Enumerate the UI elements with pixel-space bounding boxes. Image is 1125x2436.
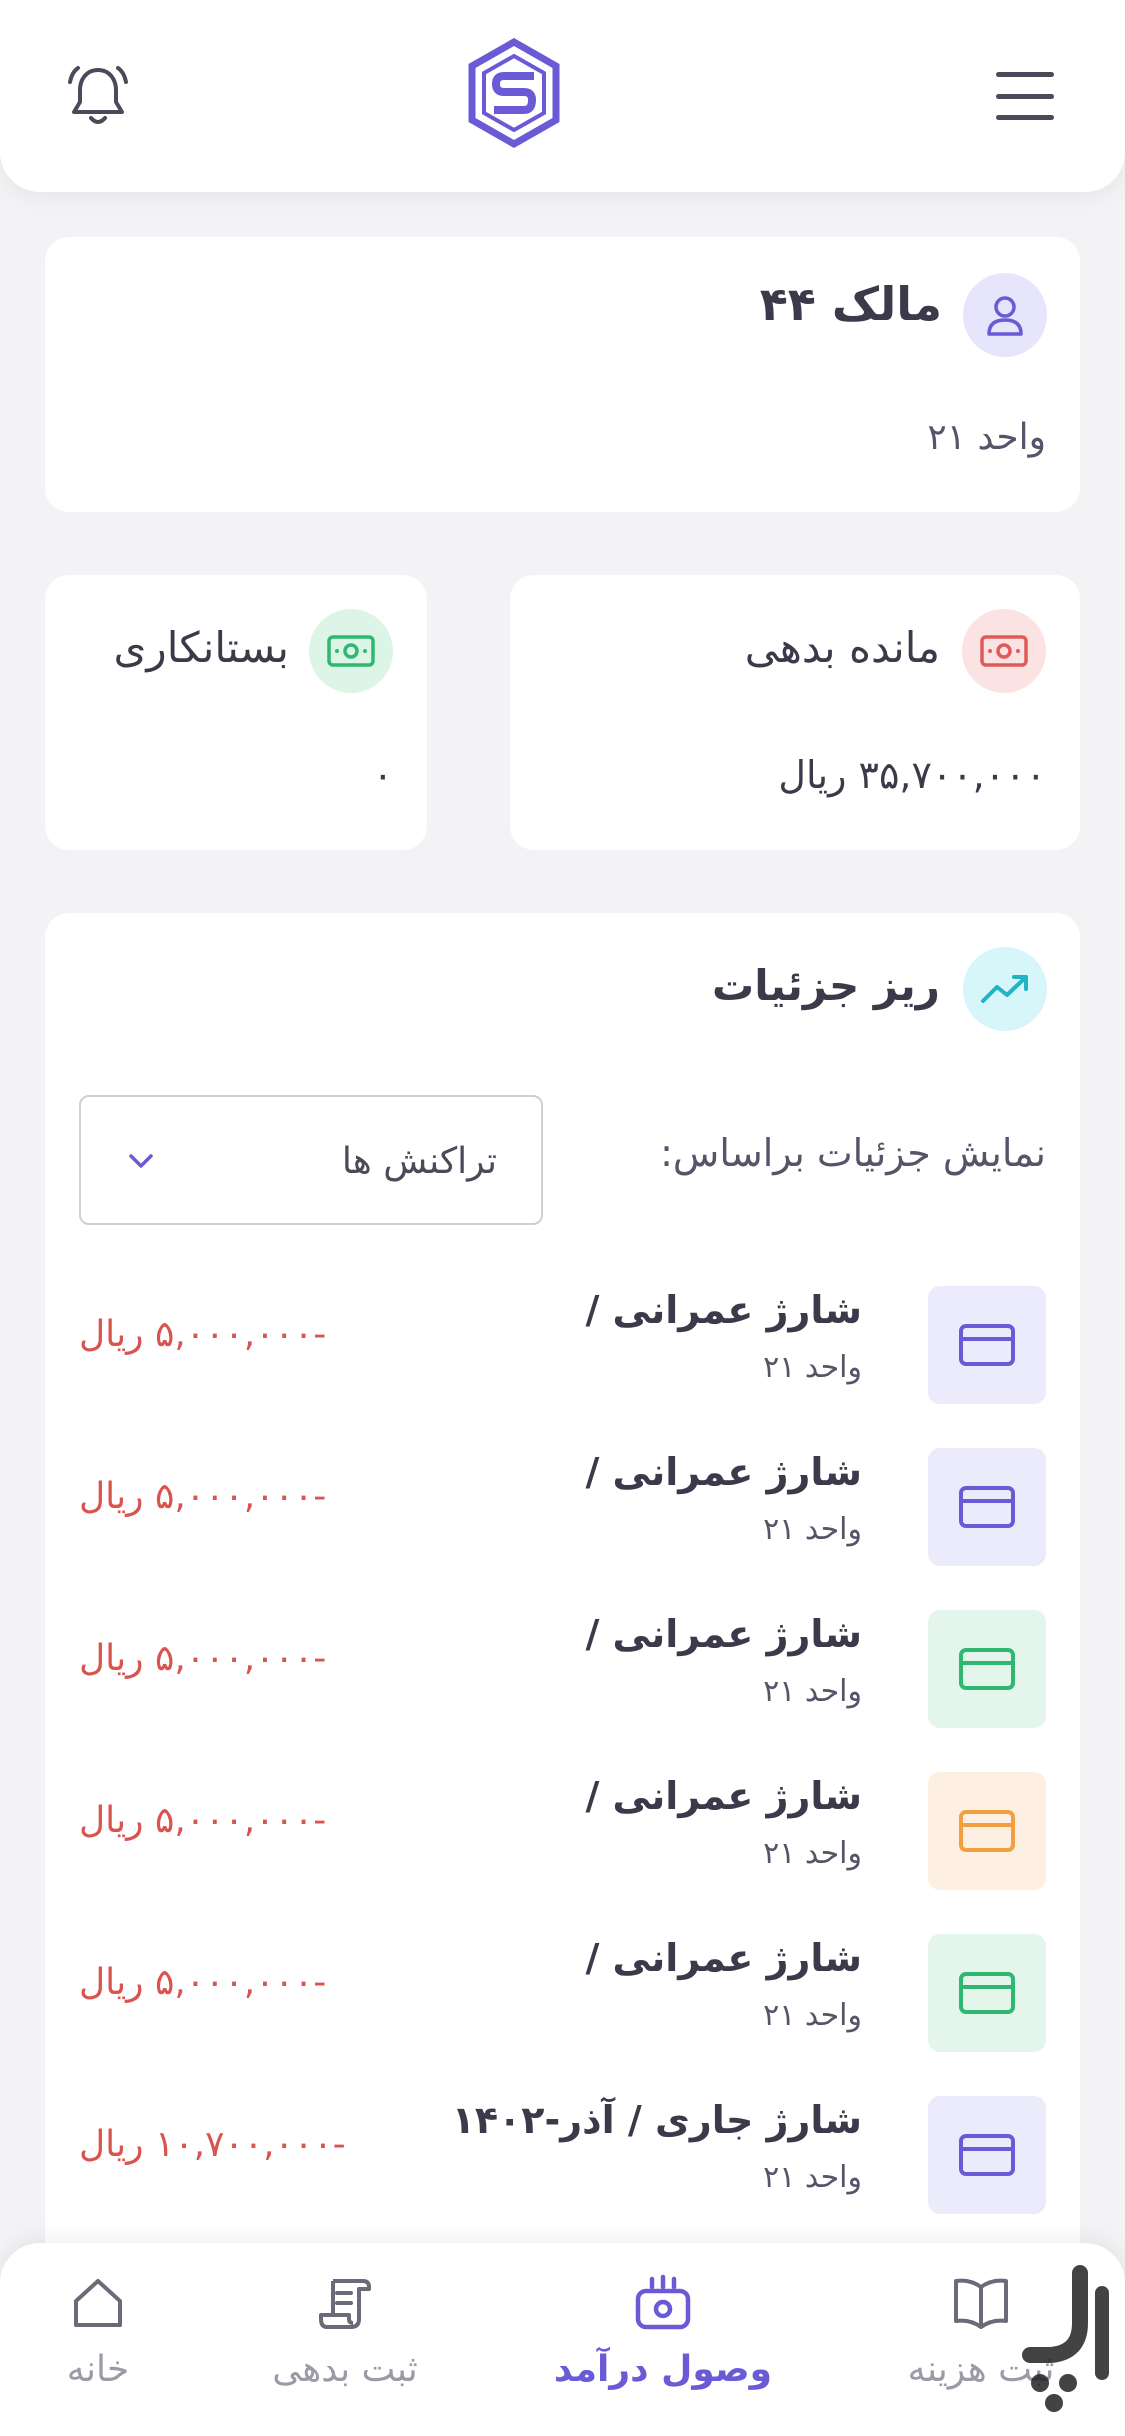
card-icon-badge xyxy=(928,1772,1046,1890)
transaction-unit: واحد ۲۱ xyxy=(763,1836,862,1871)
nav-home-label: خانه xyxy=(66,2349,130,2390)
transaction-unit: واحد ۲۱ xyxy=(763,2160,862,2195)
app-header xyxy=(0,0,1125,192)
transaction-row[interactable]: شارژ عمرانی / واحد ۲۱ -۵,۰۰۰,۰۰۰ ریال xyxy=(45,1934,1080,2054)
bell-icon[interactable] xyxy=(62,60,134,132)
receipt-icon xyxy=(319,2279,371,2329)
hamburger-menu-icon[interactable] xyxy=(990,64,1060,128)
user-badge xyxy=(963,273,1047,357)
transaction-row[interactable]: شارژ عمرانی / واحد ۲۱ -۵,۰۰۰,۰۰۰ ریال xyxy=(45,1448,1080,1568)
transaction-amount: -۵,۰۰۰,۰۰۰ ریال xyxy=(79,1962,327,2003)
card-icon-badge xyxy=(928,1448,1046,1566)
cash-icon xyxy=(327,635,375,667)
transaction-title: شارژ عمرانی / xyxy=(585,1774,862,1818)
nav-register-debt[interactable]: ثبت بدهی xyxy=(250,2273,440,2423)
debt-label: مانده بدهی xyxy=(744,623,940,672)
trend-badge xyxy=(963,947,1047,1031)
transaction-title: شارژ عمرانی / xyxy=(585,1612,862,1656)
user-icon xyxy=(987,296,1023,336)
details-card: ریز جزئیات نمایش جزئیات براساس: تراکنش ه… xyxy=(45,913,1080,2436)
transaction-row[interactable]: شارژ جاری / آذر-۱۴۰۲ واحد ۲۱ -۱۰,۷۰۰,۰۰۰… xyxy=(45,2096,1080,2216)
card-icon-badge xyxy=(928,2096,1046,2214)
card-icon-badge xyxy=(928,1610,1046,1728)
transaction-amount: -۵,۰۰۰,۰۰۰ ریال xyxy=(79,1314,327,1355)
transaction-amount: -۵,۰۰۰,۰۰۰ ریال xyxy=(79,1800,327,1841)
details-title: ریز جزئیات xyxy=(712,961,940,1010)
cash-icon xyxy=(980,635,1028,667)
owner-name: مالک ۴۴ xyxy=(759,277,942,331)
transaction-unit: واحد ۲۱ xyxy=(763,1350,862,1385)
transaction-title: شارژ عمرانی / xyxy=(585,1288,862,1332)
transaction-amount: -۱۰,۷۰۰,۰۰۰ ریال xyxy=(79,2124,346,2165)
transaction-unit: واحد ۲۱ xyxy=(763,1998,862,2033)
credit-balance-card: بستانکاری ۰ xyxy=(45,575,427,850)
transaction-unit: واحد ۲۱ xyxy=(763,1674,862,1709)
transaction-unit: واحد ۲۱ xyxy=(763,1512,862,1547)
transaction-amount: -۵,۰۰۰,۰۰۰ ریال xyxy=(79,1476,327,1517)
store-watermark-icon xyxy=(1022,2265,1109,2412)
credit-card-icon xyxy=(959,2134,1015,2176)
transaction-row[interactable]: شارژ عمرانی / واحد ۲۱ -۵,۰۰۰,۰۰۰ ریال xyxy=(45,1286,1080,1406)
filter-select[interactable]: تراکنش ها xyxy=(79,1095,543,1225)
transaction-row[interactable]: شارژ عمرانی / واحد ۲۱ -۵,۰۰۰,۰۰۰ ریال xyxy=(45,1772,1080,1892)
transaction-title: شارژ جاری / آذر-۱۴۰۲ xyxy=(451,2098,862,2142)
nav-home[interactable]: خانه xyxy=(30,2273,166,2423)
card-icon-badge xyxy=(928,1286,1046,1404)
filter-selected-value: تراکنش ها xyxy=(341,1141,497,1182)
home-icon xyxy=(74,2279,122,2327)
transaction-title: شارژ عمرانی / xyxy=(585,1936,862,1980)
credit-card-icon xyxy=(959,1324,1015,1366)
credit-card-icon xyxy=(959,1486,1015,1528)
nav-collect-income-label: وصول درآمد xyxy=(553,2349,773,2390)
credit-value: ۰ xyxy=(372,753,393,797)
debt-badge xyxy=(962,609,1046,693)
transaction-row[interactable]: شارژ عمرانی / واحد ۲۱ -۵,۰۰۰,۰۰۰ ریال xyxy=(45,1610,1080,1730)
debt-balance-card: مانده بدهی ۳۵,۷۰۰,۰۰۰ ریال xyxy=(510,575,1080,850)
credit-card-icon xyxy=(959,1972,1015,2014)
card-icon-badge xyxy=(928,1934,1046,2052)
trending-up-icon xyxy=(981,975,1028,1003)
credit-card-icon xyxy=(959,1810,1015,1852)
transaction-amount: -۵,۰۰۰,۰۰۰ ریال xyxy=(79,1638,327,1679)
book-icon xyxy=(954,2278,1008,2329)
owner-unit: واحد ۲۱ xyxy=(927,417,1046,458)
filter-label: نمایش جزئیات براساس: xyxy=(660,1131,1046,1175)
nav-collect-income[interactable]: وصول درآمد xyxy=(548,2273,778,2423)
owner-card: مالک ۴۴ واحد ۲۱ xyxy=(45,237,1080,512)
credit-label: بستانکاری xyxy=(113,623,289,672)
credit-badge xyxy=(309,609,393,693)
app-logo-icon xyxy=(468,38,560,148)
income-icon xyxy=(635,2274,691,2330)
debt-value: ۳۵,۷۰۰,۰۰۰ ریال xyxy=(778,753,1046,797)
nav-register-debt-label: ثبت بدهی xyxy=(272,2349,418,2390)
credit-card-icon xyxy=(959,1648,1015,1690)
bottom-navigation: خانه ثبت بدهی وصول درآمد ثبت هزینه xyxy=(0,2243,1125,2436)
transaction-title: شارژ عمرانی / xyxy=(585,1450,862,1494)
chevron-down-icon xyxy=(129,1154,153,1168)
